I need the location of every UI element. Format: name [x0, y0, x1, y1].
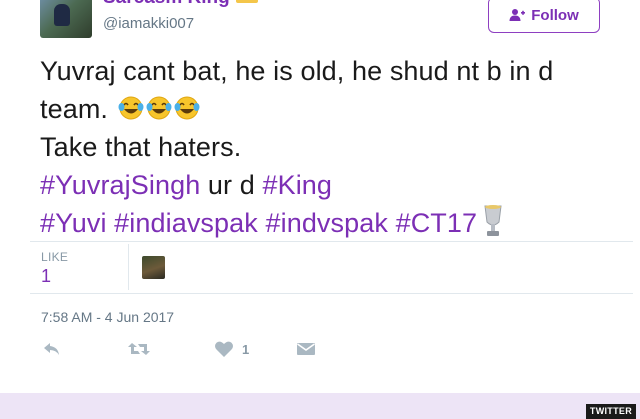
tweet-line-5: #Yuvi #indiavspak #indvspak #CT17 — [40, 204, 610, 242]
user-avatar[interactable] — [40, 0, 92, 38]
retweet-button[interactable] — [127, 340, 151, 358]
direct-message-button[interactable] — [296, 340, 316, 358]
tears-of-joy-emoji-icon — [118, 96, 144, 120]
tweet-text: Yuvraj cant bat, he is old, he shud nt b… — [40, 52, 610, 242]
tweet-line-4-text: ur d — [200, 170, 263, 200]
stats-top-divider — [30, 241, 633, 242]
follow-button[interactable]: Follow — [488, 0, 600, 33]
hashtag-link[interactable]: #King — [262, 170, 332, 200]
like-button[interactable]: 1 — [214, 340, 249, 358]
liker-avatar[interactable] — [142, 256, 165, 279]
hashtag-link[interactable]: #indiavspak — [114, 208, 258, 238]
tears-of-joy-emoji-icon — [174, 96, 200, 120]
hashtag-link[interactable]: #indvspak — [265, 208, 387, 238]
hashtag-link[interactable]: #CT17 — [396, 208, 478, 238]
stats-separator — [128, 244, 129, 290]
trophy-icon — [484, 205, 502, 236]
display-name-text: Sarcasm King — [103, 0, 230, 8]
tweet-line-2: team. — [40, 90, 610, 128]
retweet-icon — [128, 343, 150, 355]
reply-button[interactable] — [42, 340, 62, 358]
add-user-icon — [509, 9, 526, 21]
likes-label: LIKE — [41, 250, 69, 264]
tears-of-joy-emoji-icon — [146, 96, 172, 120]
display-name[interactable]: Sarcasm King — [103, 0, 258, 9]
follow-button-label: Follow — [531, 6, 579, 24]
stats-bottom-divider — [30, 293, 633, 294]
tweet-line-2-text: team. — [40, 94, 109, 124]
tweet-line-3: Take that haters. — [40, 132, 242, 162]
footer-bar — [0, 393, 640, 419]
likes-count[interactable]: 1 — [41, 266, 51, 287]
tweet-line-4: #YuvrajSingh ur d #King — [40, 166, 610, 204]
crown-emoji-icon — [235, 0, 258, 3]
heart-icon — [215, 341, 233, 357]
hashtag-link[interactable]: #Yuvi — [40, 208, 107, 238]
user-handle[interactable]: @iamakki007 — [103, 15, 194, 32]
tweet-timestamp[interactable]: 7:58 AM - 4 Jun 2017 — [41, 309, 174, 325]
hashtag-link[interactable]: #YuvrajSingh — [40, 170, 200, 200]
tweet-line-1: Yuvraj cant bat, he is old, he shud nt b… — [40, 56, 554, 86]
twitter-watermark: TWITTER — [585, 404, 636, 419]
envelope-icon — [297, 343, 315, 355]
reply-icon — [44, 343, 59, 355]
like-count: 1 — [242, 341, 250, 357]
